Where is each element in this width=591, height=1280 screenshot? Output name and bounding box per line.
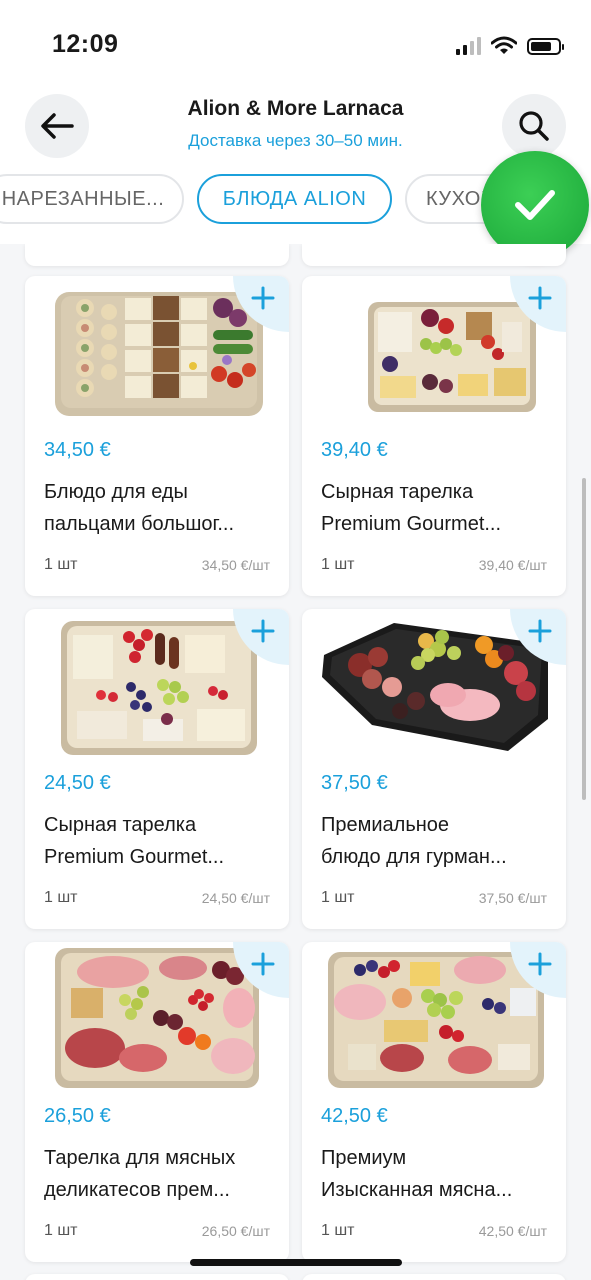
- product-unit-price: 26,50 €/шт: [201, 1223, 270, 1239]
- product-price: 24,50 €: [44, 772, 111, 794]
- status-time: 12:09: [52, 30, 119, 58]
- added-confirmation-badge[interactable]: [481, 151, 589, 259]
- product-unit-price: 42,50 €/шт: [478, 1223, 547, 1239]
- tab-alion-dishes[interactable]: БЛЮДА ALION: [197, 174, 392, 224]
- product-unit-price: 24,50 €/шт: [201, 890, 270, 906]
- home-indicator[interactable]: [190, 1259, 402, 1266]
- product-image-meat-fruit-platter: [320, 615, 548, 755]
- product-name: Тарелка для мясных деликатесов прем...: [44, 1147, 236, 1201]
- plus-icon: [528, 952, 552, 976]
- product-unit-price: 37,50 €/шт: [478, 890, 547, 906]
- product-name: Блюдо для еды пальцами большог...: [44, 481, 235, 535]
- product-quantity: 1 шт: [321, 1222, 355, 1239]
- product-card[interactable]: 39,40 € Сырная тарелка Premium Gourmet...…: [302, 276, 566, 596]
- product-card[interactable]: 24,50 € Сырная тарелка Premium Gourmet...…: [25, 609, 289, 929]
- product-image-premium-meat-platter: [320, 948, 548, 1088]
- product-unit-price: 34,50 €/шт: [201, 557, 270, 573]
- plus-icon: [251, 619, 275, 643]
- product-price: 26,50 €: [44, 1105, 111, 1127]
- wifi-icon: [491, 36, 517, 54]
- product-quantity: 1 шт: [321, 556, 355, 573]
- status-bar: 12:09: [0, 0, 591, 88]
- product-card-partial[interactable]: [25, 244, 289, 266]
- product-image-cheese-platter: [320, 282, 548, 422]
- plus-icon: [251, 286, 275, 310]
- tab-sliced[interactable]: НАРЕЗАННЫЕ...: [0, 174, 184, 224]
- product-name: Сырная тарелка Premium Gourmet...: [321, 481, 502, 535]
- product-grid: 34,50 € Блюдо для еды пальцами большог...…: [0, 244, 591, 1280]
- product-name: Сырная тарелка Premium Gourmet...: [44, 814, 225, 868]
- search-button[interactable]: [502, 94, 566, 158]
- product-quantity: 1 шт: [44, 556, 78, 573]
- product-quantity: 1 шт: [44, 889, 78, 906]
- product-price: 42,50 €: [321, 1105, 388, 1127]
- product-card[interactable]: 37,50 € Премиальное блюдо для гурман... 1…: [302, 609, 566, 929]
- checkmark-icon: [515, 190, 555, 220]
- product-price: 37,50 €: [321, 772, 388, 794]
- product-name: Премиум Изысканная мясна...: [321, 1147, 513, 1201]
- status-icons: [456, 36, 564, 56]
- plus-icon: [528, 619, 552, 643]
- product-quantity: 1 шт: [321, 889, 355, 906]
- product-price: 39,40 €: [321, 439, 388, 461]
- search-icon: [519, 111, 549, 141]
- product-card-partial[interactable]: [25, 1274, 289, 1280]
- product-card-partial[interactable]: [302, 244, 566, 266]
- product-image-charcuterie-platter: [43, 948, 271, 1088]
- plus-icon: [251, 952, 275, 976]
- product-image-cheese-fruit-platter: [43, 615, 271, 755]
- product-image-finger-food-platter: [43, 282, 271, 422]
- product-quantity: 1 шт: [44, 1222, 78, 1239]
- product-card[interactable]: 26,50 € Тарелка для мясных деликатесов пр…: [25, 942, 289, 1262]
- battery-icon: [527, 37, 564, 55]
- product-price: 34,50 €: [44, 439, 111, 461]
- plus-icon: [528, 286, 552, 310]
- cellular-signal-icon: [456, 37, 481, 55]
- product-card[interactable]: 34,50 € Блюдо для еды пальцами большог...…: [25, 276, 289, 596]
- store-header: Alion & More Larnaca Доставка через 30–5…: [0, 88, 591, 162]
- scrollbar[interactable]: [582, 478, 586, 800]
- product-card-partial[interactable]: [302, 1274, 566, 1280]
- product-name: Премиальное блюдо для гурман...: [321, 814, 507, 868]
- product-unit-price: 39,40 €/шт: [478, 557, 547, 573]
- product-card[interactable]: 42,50 € Премиум Изысканная мясна... 1 шт …: [302, 942, 566, 1262]
